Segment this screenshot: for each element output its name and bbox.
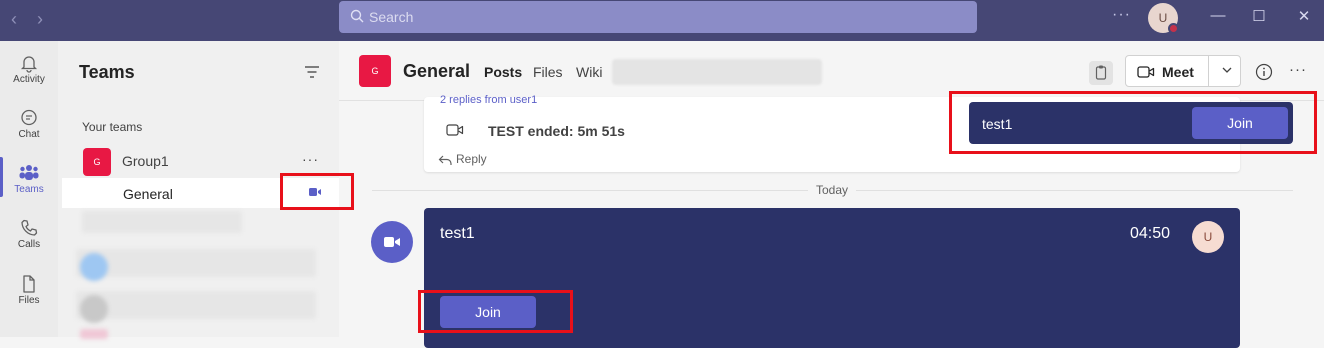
team-more-icon[interactable]: ··· — [302, 151, 319, 167]
blurred-team — [76, 249, 316, 277]
channel-main: G General Posts Files Wiki Meet ··· 2 re… — [339, 41, 1324, 348]
meeting-active-icon — [309, 188, 321, 196]
rail-item-activity[interactable]: Activity — [0, 41, 58, 93]
user-avatar[interactable]: U — [1148, 3, 1179, 34]
video-camera-icon — [1137, 66, 1155, 78]
section-label: Your teams — [82, 120, 143, 134]
blurred-avatar — [80, 295, 108, 323]
blurred-avatar — [80, 253, 108, 281]
maximize-icon[interactable]: ☐ — [1247, 7, 1271, 27]
video-camera-icon — [384, 237, 400, 247]
banner-join-button[interactable]: Join — [1192, 107, 1288, 139]
search-placeholder: Search — [369, 9, 414, 25]
team-name: Group1 — [122, 153, 169, 169]
file-icon — [23, 275, 35, 293]
presence-dot — [1168, 23, 1179, 34]
rail-label-chat: Chat — [18, 129, 40, 140]
meeting-notes-button[interactable] — [1089, 61, 1113, 85]
title-bar: ‹ › Search ··· U — ☐ ✕ — [0, 0, 1324, 41]
rail-label-calls: Calls — [17, 239, 41, 250]
meet-divider — [1208, 56, 1209, 86]
rail-item-files[interactable]: Files — [0, 262, 58, 314]
banner-title: test1 — [982, 116, 1013, 132]
tab-posts[interactable]: Posts — [484, 64, 523, 101]
rail-label-activity: Activity — [13, 74, 45, 85]
search-input[interactable]: Search — [339, 1, 977, 33]
tab-files[interactable]: Files — [533, 64, 563, 80]
meet-label: Meet — [1162, 64, 1194, 80]
channel-title: General — [403, 61, 471, 81]
reply-arrow-icon — [438, 155, 452, 165]
info-icon[interactable] — [1255, 63, 1273, 81]
more-options-icon[interactable]: ··· — [1112, 6, 1131, 24]
date-divider-label: Today — [808, 183, 857, 197]
rail-item-chat[interactable]: Chat — [0, 96, 58, 148]
close-icon[interactable]: ✕ — [1292, 7, 1316, 27]
channel-name: General — [123, 186, 173, 202]
reply-label: Reply — [456, 152, 487, 166]
meeting-banner: test1 Join — [969, 102, 1293, 144]
team-item[interactable]: G Group1 ··· — [58, 145, 339, 176]
meeting-title: test1 — [440, 225, 475, 242]
blurred-channel — [82, 211, 242, 233]
clipboard-icon — [1095, 65, 1107, 80]
phone-icon — [21, 219, 38, 236]
team-avatar: G — [83, 148, 111, 176]
join-meeting-button[interactable]: Join — [440, 296, 536, 328]
channel-item-general[interactable]: General — [62, 178, 339, 208]
blurred-tabs — [612, 59, 822, 85]
chevron-down-icon[interactable] — [1220, 63, 1234, 77]
rail-item-calls[interactable]: Calls — [0, 206, 58, 258]
panel-title: Teams — [79, 62, 135, 82]
rail-label-teams: Teams — [14, 184, 44, 195]
channel-avatar: G — [359, 55, 391, 87]
reply-button[interactable]: Reply — [438, 152, 487, 166]
channel-header: G General Posts Files Wiki Meet ··· — [339, 41, 1324, 101]
meeting-ended-text: TEST ended: 5m 51s — [488, 123, 625, 139]
teams-icon — [19, 165, 39, 180]
video-camera-icon — [446, 124, 464, 136]
tab-wiki[interactable]: Wiki — [576, 64, 602, 80]
blurred-avatar — [80, 329, 108, 339]
chat-icon — [21, 109, 37, 126]
more-options-icon[interactable]: ··· — [1289, 61, 1307, 78]
user-initial: U — [1158, 11, 1168, 25]
meet-button[interactable]: Meet — [1125, 55, 1241, 87]
bell-icon — [20, 56, 38, 73]
meeting-card: test1 04:50 U Join — [424, 208, 1240, 348]
search-icon — [350, 9, 364, 23]
rail-label-files: Files — [18, 295, 40, 306]
rail-item-teams[interactable]: Teams — [0, 151, 58, 203]
replies-link[interactable]: 2 replies from user1 — [440, 94, 537, 106]
meeting-timer: 04:50 — [1130, 225, 1171, 242]
app-rail: Activity Chat Teams Calls Files — [0, 41, 58, 337]
forward-arrow-icon[interactable]: › — [30, 9, 50, 29]
filter-icon[interactable] — [304, 65, 320, 79]
back-arrow-icon[interactable]: ‹ — [4, 9, 24, 29]
participant-avatar: U — [1192, 221, 1224, 253]
teams-panel: Teams Your teams G Group1 ··· General — [58, 41, 339, 339]
minimize-icon[interactable]: — — [1206, 7, 1230, 27]
blurred-team — [76, 291, 316, 319]
meeting-post-icon — [371, 221, 413, 263]
